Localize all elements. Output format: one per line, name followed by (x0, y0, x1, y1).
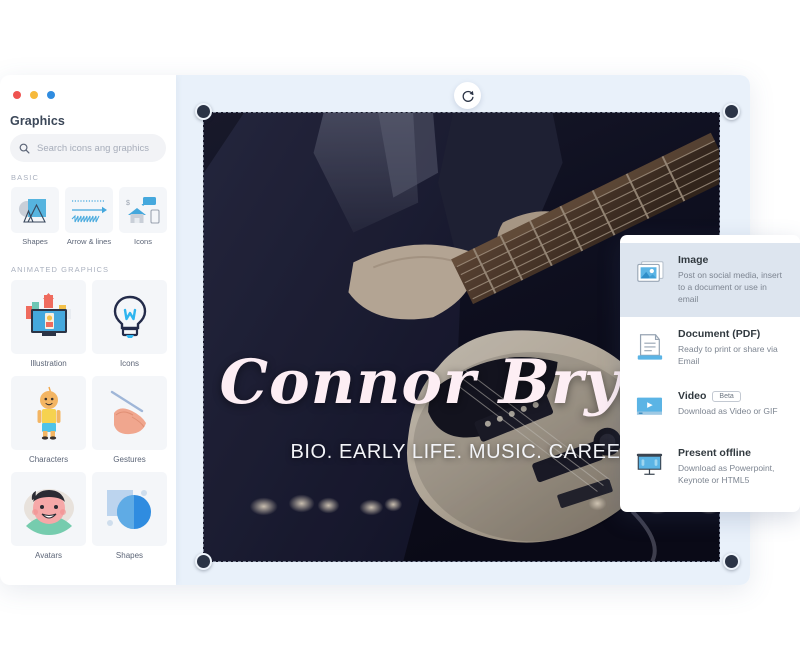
status-badge: Beta (712, 390, 741, 403)
basic-graphics-grid: Shapes Arrow & lines $ Icons (11, 187, 167, 246)
thumb-label: Icons (119, 359, 140, 368)
export-option-head: Document (PDF) (678, 328, 787, 340)
section-label-basic: BASIC (11, 173, 40, 182)
search-bar[interactable] (10, 134, 166, 162)
presentation-screen-icon (633, 447, 667, 483)
graphics-sidebar: Graphics BASIC (0, 75, 176, 585)
export-menu: Image Post on social media, insert to a … (620, 235, 800, 513)
thumb-label: Illustration (30, 359, 67, 368)
animated-graphics-grid: Illustration Icons Characters Gestures A… (11, 280, 167, 560)
resize-handle-top-left[interactable] (195, 103, 212, 120)
thumb-arrows-lines[interactable]: Arrow & lines (65, 187, 113, 246)
thumb-label: Avatars (35, 551, 62, 560)
export-option-description: Download as Powerpoint, Keynote or HTML5 (678, 463, 775, 486)
shapes-circle-square-thumbnail (92, 472, 167, 546)
export-option-head: Present offline (678, 447, 787, 459)
shapes-thumbnail (11, 187, 59, 233)
export-option-description: Post on social media, insert to a docume… (678, 270, 782, 305)
lightbulb-icon-thumbnail (92, 280, 167, 354)
illustration-thumbnail (11, 280, 86, 354)
minimize-dot-icon[interactable] (30, 91, 38, 99)
resize-handle-top-right[interactable] (723, 103, 740, 120)
refresh-rotate-icon (462, 90, 474, 102)
window-traffic-lights (13, 91, 55, 99)
thumb-gestures[interactable]: Gestures (92, 376, 167, 464)
thumb-characters[interactable]: Characters (11, 376, 86, 464)
app-root: Graphics BASIC (0, 0, 800, 658)
thumb-icons-basic[interactable]: $ Icons (119, 187, 167, 246)
video-player-icon (633, 390, 667, 424)
arrows-lines-thumbnail (65, 187, 113, 233)
thumb-animated-icons[interactable]: Icons (92, 280, 167, 368)
thumb-shapes[interactable]: Shapes (11, 187, 59, 246)
page-title: Graphics (10, 114, 65, 128)
avatar-face-thumbnail (11, 472, 86, 546)
character-thumbnail (11, 376, 86, 450)
icons-thumbnail: $ (119, 187, 167, 233)
rotate-button[interactable] (454, 82, 481, 109)
resize-handle-bottom-right[interactable] (723, 553, 740, 570)
export-option-image[interactable]: Image Post on social media, insert to a … (620, 243, 800, 318)
thumb-label: Gestures (113, 455, 146, 464)
thumb-label: Arrow & lines (66, 237, 112, 246)
close-dot-icon[interactable] (13, 91, 21, 99)
export-option-text: Present offline Download as Powerpoint, … (678, 447, 787, 486)
export-option-title: Image (678, 254, 709, 266)
export-option-head: Video Beta (678, 390, 787, 402)
thumb-label: Characters (28, 455, 69, 464)
export-option-document-pdf[interactable]: Document (PDF) Ready to print or share v… (620, 317, 800, 379)
thumb-label: Shapes (115, 551, 144, 560)
export-option-title: Video (678, 390, 707, 403)
export-option-video[interactable]: Video Beta Download as Video or GIF (620, 379, 800, 436)
svg-text:$: $ (126, 200, 130, 207)
thumb-avatars[interactable]: Avatars (11, 472, 86, 560)
export-option-text: Document (PDF) Ready to print or share v… (678, 328, 787, 367)
maximize-dot-icon[interactable] (47, 91, 55, 99)
document-pdf-icon (633, 328, 667, 366)
thumb-label: Icons (134, 237, 152, 246)
resize-handle-bottom-left[interactable] (195, 553, 212, 570)
hand-gesture-thumbnail (92, 376, 167, 450)
thumb-label: Shapes (22, 237, 48, 246)
export-option-present-offline[interactable]: Present offline Download as Powerpoint, … (620, 436, 800, 498)
export-option-description: Ready to print or share via Email (678, 344, 778, 367)
search-icon (19, 143, 30, 154)
thumb-animated-shapes[interactable]: Shapes (92, 472, 167, 560)
export-option-title: Present offline (678, 447, 751, 460)
image-icon (633, 254, 667, 290)
export-option-head: Image (678, 254, 787, 266)
export-option-title: Document (PDF) (678, 328, 761, 341)
export-option-text: Video Beta Download as Video or GIF (678, 390, 787, 417)
export-option-description: Download as Video or GIF (678, 406, 778, 417)
section-label-animated: ANIMATED GRAPHICS (11, 265, 110, 274)
search-input[interactable] (37, 142, 157, 154)
thumb-illustration[interactable]: Illustration (11, 280, 86, 368)
export-option-text: Image Post on social media, insert to a … (678, 254, 787, 305)
